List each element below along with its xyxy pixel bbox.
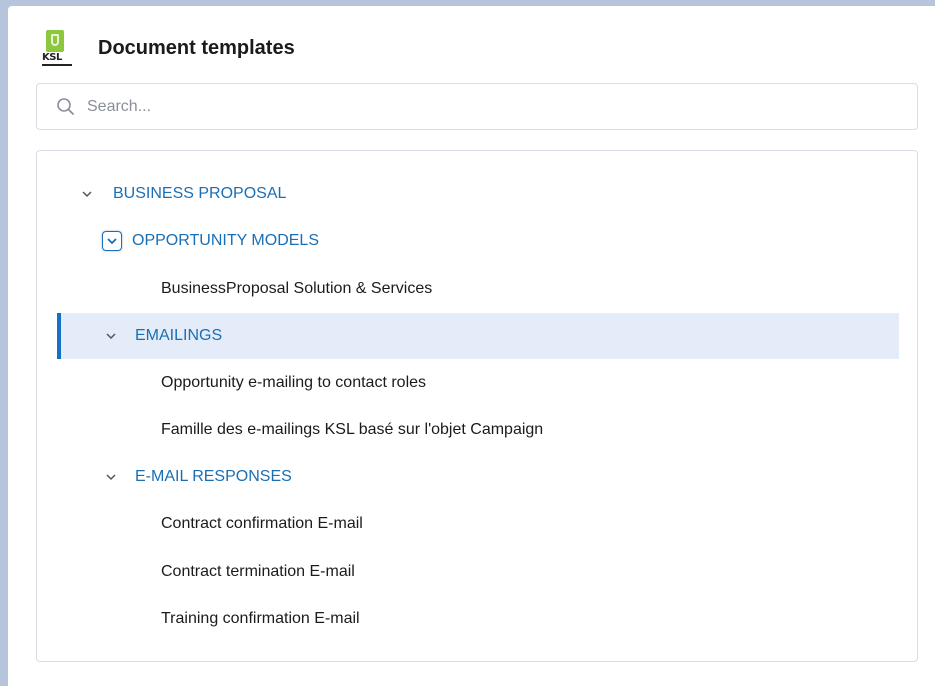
chevron-down-icon[interactable] <box>105 330 117 342</box>
tree-leaf-label[interactable]: Training confirmation E-mail <box>161 610 360 628</box>
tree-node-opportunity-models[interactable]: OPPORTUNITY MODELS <box>102 218 319 264</box>
tree-leaf-contract-termination[interactable]: Contract termination E-mail <box>161 549 355 595</box>
ksl-logo-leaf-icon <box>46 30 64 52</box>
ksl-logo-underline <box>42 64 72 66</box>
tree-leaf-training-confirmation[interactable]: Training confirmation E-mail <box>161 596 360 642</box>
search-input[interactable] <box>85 96 869 117</box>
tree-node-emailings[interactable]: EMAILINGS <box>57 313 899 359</box>
tree-leaf-contract-confirmation[interactable]: Contract confirmation E-mail <box>161 501 363 547</box>
tree-leaf-opportunity-emailing[interactable]: Opportunity e-mailing to contact roles <box>161 360 426 406</box>
tree-leaf-label[interactable]: BusinessProposal Solution & Services <box>161 280 432 298</box>
ksl-logo: KSL <box>42 30 72 66</box>
search-icon <box>57 97 74 115</box>
document-templates-card: KSL Document templates BUSINESS PROPOSAL… <box>8 6 935 686</box>
ksl-logo-text: KSL <box>42 52 62 63</box>
tree-leaf-label[interactable]: Opportunity e-mailing to contact roles <box>161 374 426 392</box>
page-title: Document templates <box>98 36 295 59</box>
selection-indicator <box>57 313 61 359</box>
tree-node-label[interactable]: E-MAIL RESPONSES <box>135 468 292 486</box>
chevron-down-icon[interactable] <box>105 471 117 483</box>
tree-node-business-proposal[interactable]: BUSINESS PROPOSAL <box>81 171 286 217</box>
tree-leaf-businessproposal-solution[interactable]: BusinessProposal Solution & Services <box>161 266 432 312</box>
tree-leaf-label[interactable]: Contract confirmation E-mail <box>161 515 363 533</box>
tree-node-label[interactable]: EMAILINGS <box>135 327 222 345</box>
card-header: KSL Document templates <box>42 28 295 68</box>
tree-leaf-label[interactable]: Famille des e-mailings KSL basé sur l'ob… <box>161 421 543 439</box>
tree-node-label[interactable]: BUSINESS PROPOSAL <box>113 185 286 203</box>
chevron-down-icon[interactable] <box>81 188 93 200</box>
tree-leaf-label[interactable]: Contract termination E-mail <box>161 563 355 581</box>
template-tree: BUSINESS PROPOSAL OPPORTUNITY MODELS Bus… <box>36 150 918 662</box>
tree-leaf-famille-emailings[interactable]: Famille des e-mailings KSL basé sur l'ob… <box>161 407 543 453</box>
search-box[interactable] <box>36 83 918 130</box>
chevron-down-icon[interactable] <box>102 231 122 251</box>
tree-node-email-responses[interactable]: E-MAIL RESPONSES <box>105 454 292 500</box>
tree-node-label[interactable]: OPPORTUNITY MODELS <box>132 232 319 250</box>
